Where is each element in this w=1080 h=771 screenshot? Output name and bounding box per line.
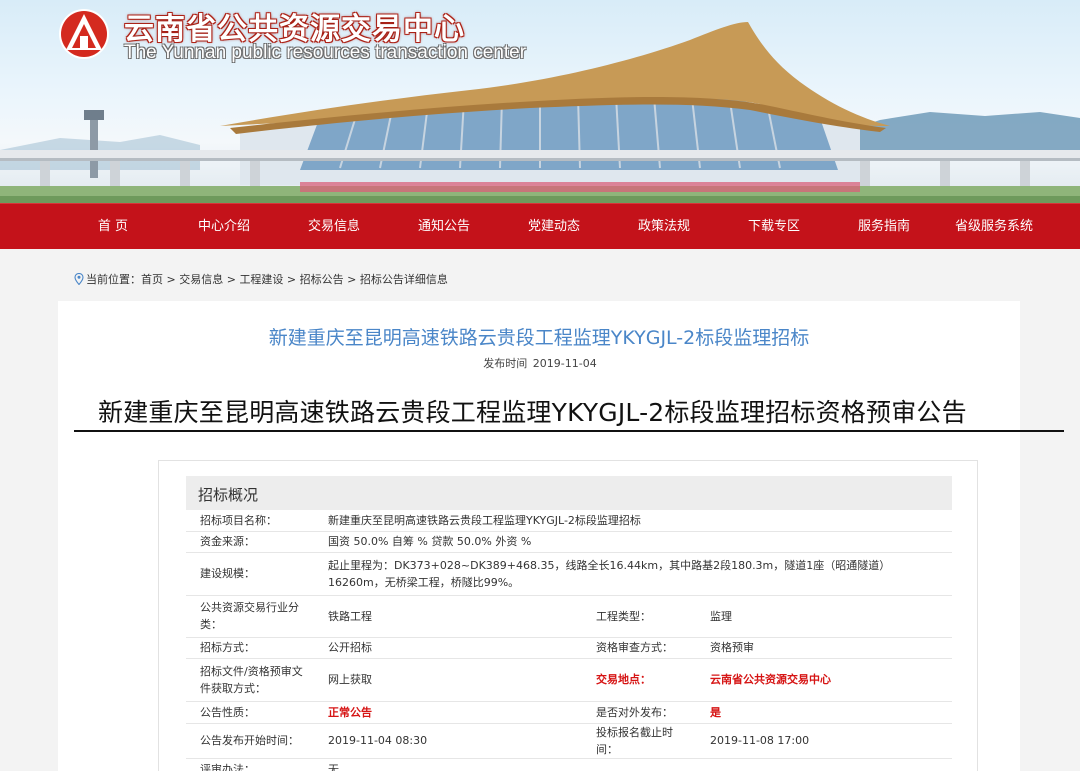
nav-party-news[interactable]: 党建动态 [499, 204, 609, 250]
row-label: 公告发布开始时间： [186, 723, 314, 759]
table-row: 资金来源： 国资 50.0% 自筹 % 贷款 50.0% 外资 % [186, 531, 952, 553]
row-label: 工程类型： [582, 595, 696, 638]
tender-info-table: 招标项目名称： 新建重庆至昆明高速铁路云贵段工程监理YKYGJL-2标段监理招标… [186, 510, 952, 771]
nav-about-center[interactable]: 中心介绍 [169, 204, 279, 250]
header-banner: 云南省公共资源交易中心 The Yunnan public resources … [0, 0, 1080, 203]
row-value: 新建重庆至昆明高速铁路云贵段工程监理YKYGJL-2标段监理招标 [314, 510, 952, 532]
location-pin-icon [74, 273, 84, 285]
nav-service-guide[interactable]: 服务指南 [829, 204, 939, 250]
table-row: 公告性质： 正常公告 是否对外发布： 是 [186, 701, 952, 724]
breadcrumb: 当前位置： 首页 > 交易信息 > 工程建设 > 招标公告 > 招标公告详细信息 [74, 271, 448, 287]
main-nav: 首 页 中心介绍 交易信息 通知公告 党建动态 政策法规 下载专区 服务指南 省… [0, 203, 1080, 249]
row-value: 起止里程为：DK373+028~DK389+468.35，线路全长16.44km… [314, 552, 952, 596]
nav-home[interactable]: 首 页 [57, 204, 169, 250]
overview-header: 招标概况 [186, 476, 952, 510]
table-row: 评审办法： 无 [186, 758, 952, 771]
row-value: 公开招标 [314, 637, 582, 659]
tender-overview-panel: 招标概况 招标项目名称： 新建重庆至昆明高速铁路云贵段工程监理YKYGJL-2标… [158, 460, 978, 771]
document-title: 新建重庆至昆明高速铁路云贵段工程监理YKYGJL-2标段监理招标 [268, 327, 810, 349]
row-value: 网上获取 [314, 658, 582, 702]
heading-divider [74, 430, 1064, 432]
publish-time: 发布时间 2019-11-04 [58, 355, 1020, 371]
breadcrumb-tender-notices[interactable]: 招标公告 [300, 271, 344, 287]
row-label: 建设规模： [186, 552, 314, 596]
row-label: 招标方式： [186, 637, 314, 659]
table-row: 招标文件/资格预审文件获取方式： 网上获取 交易地点： 云南省公共资源交易中心 [186, 658, 952, 702]
main-content: 新建重庆至昆明高速铁路云贵段工程监理YKYGJL-2标段监理招标 发布时间 20… [58, 301, 1064, 771]
publish-label: 发布时间 [483, 357, 528, 370]
row-label: 是否对外发布： [582, 701, 696, 724]
breadcrumb-separator: > [343, 272, 360, 286]
row-label: 投标报名截止时间： [582, 723, 696, 759]
site-logo-icon [59, 9, 109, 59]
notice-heading: 新建重庆至昆明高速铁路云贵段工程监理YKYGJL-2标段监理招标资格预审公告 [98, 398, 967, 427]
row-value: 2019-11-04 08:30 [314, 723, 582, 759]
breadcrumb-separator: > [283, 272, 300, 286]
row-value: 正常公告 [314, 701, 582, 724]
nav-downloads[interactable]: 下载专区 [719, 204, 829, 250]
nav-provincial-system[interactable]: 省级服务系统 [939, 204, 1049, 250]
table-row: 招标方式： 公开招标 资格审查方式： 资格预审 [186, 637, 952, 659]
row-label: 招标项目名称： [186, 510, 314, 532]
table-row: 建设规模： 起止里程为：DK373+028~DK389+468.35，线路全长1… [186, 552, 952, 596]
nav-policies[interactable]: 政策法规 [609, 204, 719, 250]
row-label: 资金来源： [186, 531, 314, 553]
breadcrumb-bar: 当前位置： 首页 > 交易信息 > 工程建设 > 招标公告 > 招标公告详细信息 [0, 249, 1080, 301]
breadcrumb-current: 招标公告详细信息 [359, 273, 448, 286]
breadcrumb-separator: > [223, 272, 240, 286]
row-label: 公共资源交易行业分类： [186, 595, 314, 638]
page: 云南省公共资源交易中心 The Yunnan public resources … [0, 0, 1080, 771]
row-label: 招标文件/资格预审文件获取方式： [186, 658, 314, 702]
breadcrumb-separator: > [163, 272, 180, 286]
row-label: 公告性质： [186, 701, 314, 724]
row-value: 资格预审 [696, 637, 952, 659]
row-value: 无 [314, 758, 952, 771]
breadcrumb-trade-info[interactable]: 交易信息 [179, 271, 223, 287]
publish-date: 2019-11-04 [532, 357, 597, 370]
table-row: 公告发布开始时间： 2019-11-04 08:30 投标报名截止时间： 201… [186, 723, 952, 759]
row-label: 评审办法： [186, 758, 314, 771]
breadcrumb-label: 当前位置： [86, 273, 141, 286]
row-label: 资格审查方式： [582, 637, 696, 659]
table-row: 招标项目名称： 新建重庆至昆明高速铁路云贵段工程监理YKYGJL-2标段监理招标 [186, 510, 952, 532]
breadcrumb-engineering[interactable]: 工程建设 [239, 271, 283, 287]
row-label: 交易地点： [582, 658, 696, 702]
overview-heading: 招标概况 [198, 486, 259, 504]
nav-trade-info[interactable]: 交易信息 [279, 204, 389, 250]
site-subtitle: The Yunnan public resources transaction … [124, 42, 527, 63]
row-value: 是 [696, 701, 952, 724]
table-row: 公共资源交易行业分类： 铁路工程 工程类型： 监理 [186, 595, 952, 638]
row-value: 云南省公共资源交易中心 [696, 658, 952, 702]
row-value: 监理 [696, 595, 952, 638]
breadcrumb-home[interactable]: 首页 [141, 271, 163, 287]
nav-notices[interactable]: 通知公告 [389, 204, 499, 250]
row-value: 国资 50.0% 自筹 % 贷款 50.0% 外资 % [314, 531, 952, 553]
row-value: 2019-11-08 17:00 [696, 723, 952, 759]
row-value: 铁路工程 [314, 595, 582, 638]
